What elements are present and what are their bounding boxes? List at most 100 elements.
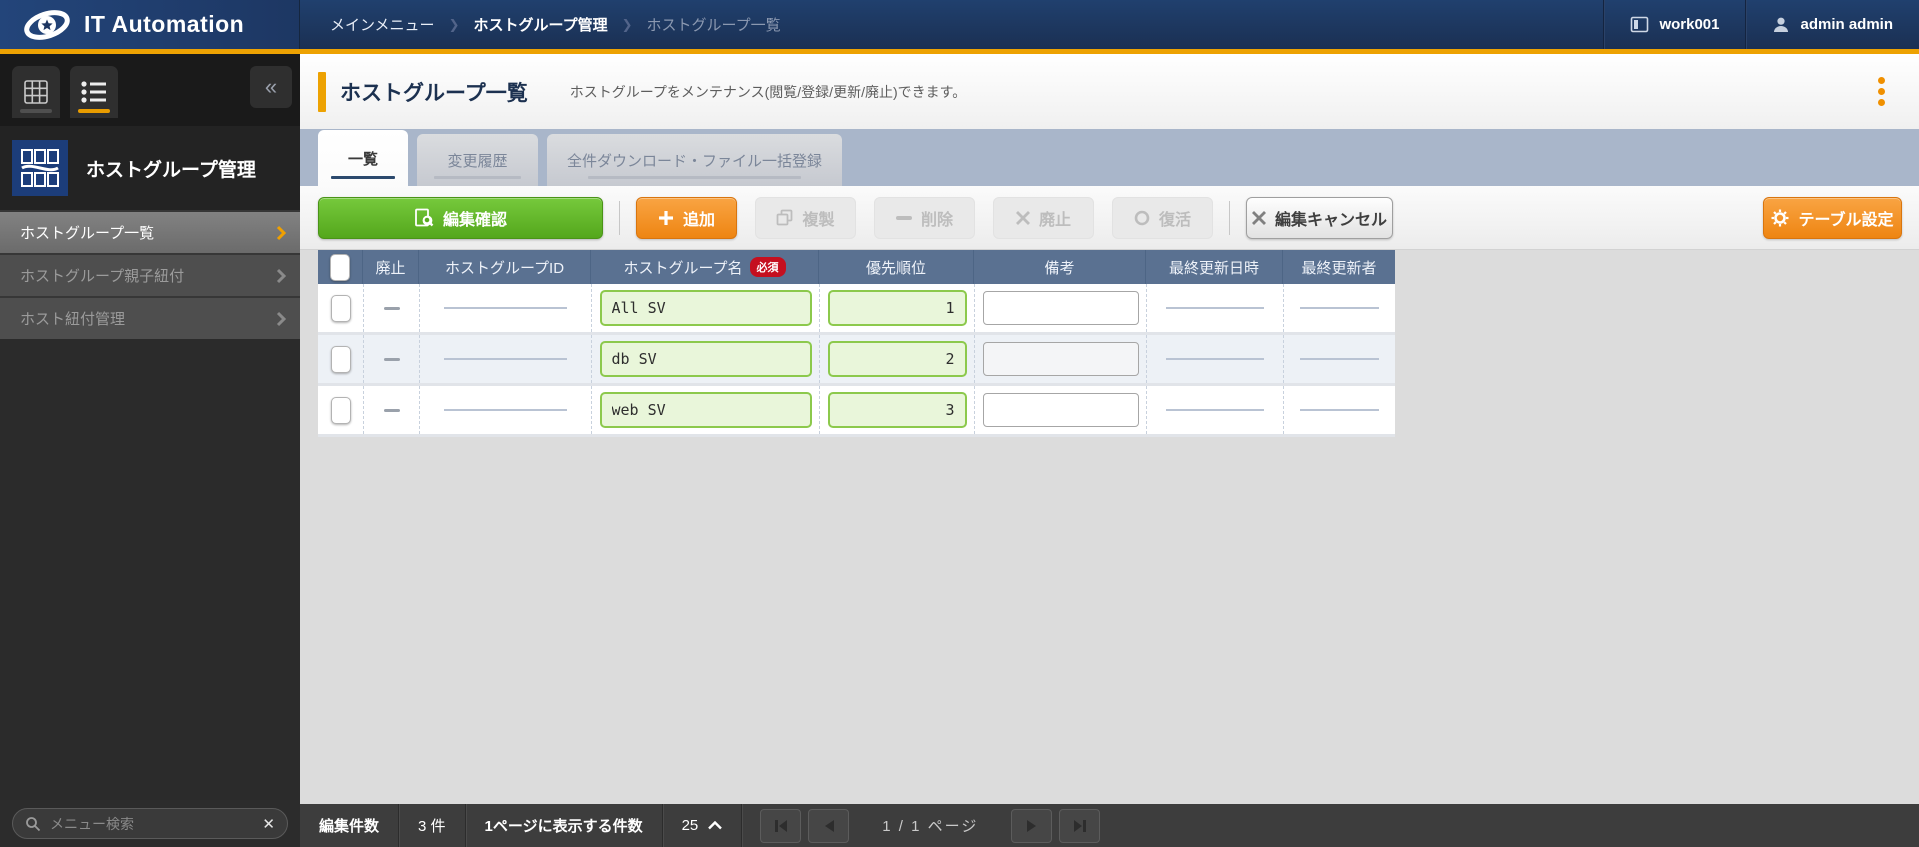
tab-label: 一覧 (348, 148, 378, 169)
sidebar-item-host-link-mgmt[interactable]: ホスト紐付管理 (0, 296, 300, 339)
minus-icon (896, 215, 912, 221)
column-header-name: ホストグループ名 (623, 257, 742, 278)
table-header-row: 廃止 ホストグループID ホストグループ名 必須 優先順位 備考 最終更新日時 … (318, 250, 1395, 284)
column-header-updated-at: 最終更新日時 (1169, 257, 1259, 278)
note-input[interactable] (983, 291, 1139, 325)
sidebar-view-tabs: « (0, 54, 300, 126)
sidebar-collapse-button[interactable]: « (250, 66, 292, 108)
per-page-select[interactable]: 25 (663, 804, 743, 847)
workspace-name: work001 (1659, 16, 1719, 33)
menu-search-box: ✕ (12, 808, 288, 839)
sidebar-tab-menu-list[interactable] (70, 66, 118, 118)
priority-input[interactable] (828, 392, 967, 428)
tab-underline (20, 109, 52, 113)
updated-at-placeholder-line (1166, 409, 1264, 411)
tab-download-bulk-register[interactable]: 全件ダウンロード・ファイル一括登録 (547, 134, 842, 186)
tab-underline (78, 109, 110, 113)
edit-cancel-button[interactable]: 編集キャンセル (1246, 197, 1393, 239)
menu-search-input[interactable] (50, 816, 253, 832)
edit-confirm-button[interactable]: 編集確認 (318, 197, 603, 239)
priority-input[interactable] (828, 341, 967, 377)
row-checkbox[interactable] (331, 346, 351, 373)
discard-dash (384, 409, 400, 412)
table-row (318, 284, 1395, 335)
table-area: 廃止 ホストグループID ホストグループ名 必須 優先順位 備考 最終更新日時 … (300, 250, 1919, 804)
search-icon (25, 816, 41, 832)
table-row (318, 335, 1395, 386)
column-header-note: 備考 (1044, 257, 1074, 278)
chevron-right-icon (276, 225, 286, 241)
tab-list[interactable]: 一覧 (318, 130, 408, 186)
duplicate-button: 複製 (755, 197, 856, 239)
it-automation-app: IT Automation メインメニュー ❯ ホストグループ管理 ❯ ホストグ… (0, 0, 1919, 847)
table-settings-button[interactable]: テーブル設定 (1763, 197, 1902, 239)
copy-icon (776, 209, 793, 226)
content-tabstrip: 一覧 変更履歴 全件ダウンロード・ファイル一括登録 (300, 129, 1919, 186)
note-input[interactable] (983, 393, 1139, 427)
tab-label: 変更履歴 (447, 150, 507, 171)
sidebar-menu: ホストグループ一覧 ホストグループ親子紐付 ホスト紐付管理 (0, 210, 300, 339)
workspace-selector[interactable]: work001 (1603, 0, 1745, 49)
gear-icon (1771, 209, 1789, 227)
column-header-id: ホストグループID (445, 257, 564, 278)
sidebar-item-label: ホストグループ親子紐付 (20, 265, 184, 286)
toolbar-divider (1229, 201, 1230, 235)
button-label: 編集キャンセル (1275, 206, 1387, 230)
user-icon (1772, 16, 1790, 33)
priority-input[interactable] (828, 290, 967, 326)
hostgroup-table: 廃止 ホストグループID ホストグループ名 必須 優先順位 備考 最終更新日時 … (318, 250, 1395, 437)
breadcrumb-hostgroup-mgmt[interactable]: ホストグループ管理 (473, 14, 607, 35)
document-magnifier-icon (414, 208, 434, 228)
user-name: admin admin (1800, 16, 1893, 33)
edit-count-value: 3 件 (399, 804, 466, 847)
chevron-up-icon (708, 821, 722, 830)
discard-button: 廃止 (993, 197, 1094, 239)
sidebar-tab-grid[interactable] (12, 66, 60, 118)
row-checkbox[interactable] (331, 397, 351, 424)
first-page-button[interactable] (760, 809, 801, 843)
edit-count-label: 編集件数 (300, 804, 399, 847)
page-menu-dots-icon[interactable] (1872, 71, 1891, 112)
row-checkbox[interactable] (331, 295, 351, 322)
prev-page-button[interactable] (808, 809, 849, 843)
hostgroup-name-input[interactable] (600, 392, 812, 428)
page-header: ホストグループ一覧 ホストグループをメンテナンス(閲覧/登録/更新/廃止)できま… (300, 54, 1919, 129)
user-menu[interactable]: admin admin (1745, 0, 1919, 49)
page-indicator: 1 / 1 ページ (882, 815, 978, 836)
hostgroup-management-icon (12, 140, 68, 196)
delete-button: 削除 (874, 197, 975, 239)
hostgroup-name-input[interactable] (600, 341, 812, 377)
note-input[interactable] (983, 342, 1139, 376)
grid-icon (23, 79, 49, 105)
restore-button: 復活 (1112, 197, 1213, 239)
workspace-icon (1630, 16, 1649, 33)
status-bar: 編集件数 3 件 1ページに表示する件数 25 1 / 1 ペー (300, 804, 1919, 847)
per-page-value: 25 (682, 817, 699, 834)
plus-icon (658, 210, 674, 226)
add-button[interactable]: 追加 (636, 197, 737, 239)
sidebar-item-hostgroup-parentchild[interactable]: ホストグループ親子紐付 (0, 253, 300, 296)
app-logo-block[interactable]: IT Automation (0, 0, 300, 49)
tab-underline (331, 176, 396, 179)
breadcrumb-main-menu[interactable]: メインメニュー (330, 14, 435, 35)
id-placeholder-line (444, 307, 567, 309)
breadcrumb: メインメニュー ❯ ホストグループ管理 ❯ ホストグループ一覧 (300, 0, 1603, 49)
last-page-button[interactable] (1059, 809, 1100, 843)
button-label: 廃止 (1039, 206, 1071, 230)
button-label: 追加 (683, 206, 715, 230)
sidebar-item-hostgroup-list[interactable]: ホストグループ一覧 (0, 210, 300, 253)
tab-change-history[interactable]: 変更履歴 (417, 134, 538, 186)
select-all-checkbox[interactable] (330, 254, 350, 281)
sidebar-menu-title: ホストグループ管理 (86, 155, 256, 182)
button-label: 複製 (802, 206, 834, 230)
search-clear-icon[interactable]: ✕ (262, 815, 275, 833)
sidebar-spacer (0, 339, 300, 800)
sidebar-search-area: ✕ (0, 800, 300, 847)
app-title: IT Automation (84, 11, 244, 38)
tab-underline (434, 176, 521, 179)
updated-at-placeholder-line (1166, 307, 1264, 309)
next-page-button[interactable] (1011, 809, 1052, 843)
table-row (318, 386, 1395, 437)
chevron-right-icon (276, 268, 286, 284)
hostgroup-name-input[interactable] (600, 290, 812, 326)
